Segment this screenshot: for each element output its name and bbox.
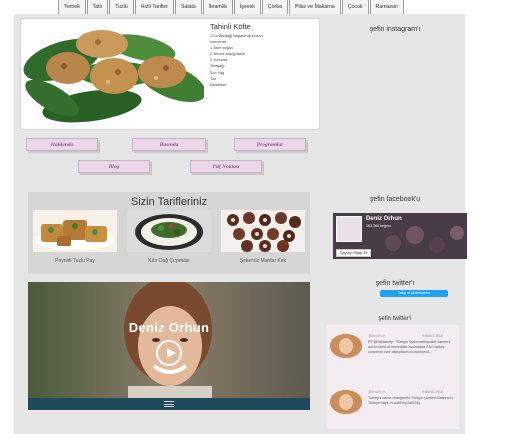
nav-item-salata[interactable]: Salata (174, 0, 202, 15)
video-control-bar[interactable] (28, 398, 310, 410)
tweet[interactable]: @denorhun 9 Mar 02 2015 Turkey's name ch… (330, 390, 458, 434)
facebook-likes: 163.366 beğeni (366, 224, 391, 228)
tweet-avatar (330, 390, 362, 414)
puf-noktasi-button[interactable]: Püf Noktası (190, 160, 262, 173)
nav-item-icecek[interactable]: İçecek (233, 0, 261, 15)
nav-item-hizli-tarifler[interactable]: Hızlı Tarifler (134, 0, 174, 15)
nav-item-ikramlik[interactable]: İkramlık (202, 0, 233, 15)
recipe-thumb-mantar[interactable] (221, 210, 305, 252)
avatar-image (330, 334, 362, 358)
nav-item-ramazan[interactable]: Ramazan (369, 0, 404, 15)
top-nav: Yemek Tatlı Tuzlu Hızlı Tarifler Salata … (58, 0, 405, 15)
recipe-thumb-label[interactable]: Peynirli Tuzlu Pay (33, 258, 117, 264)
facebook-avatar (336, 216, 362, 242)
programlar-button[interactable]: Programlar (234, 138, 306, 151)
video-player[interactable]: Deniz Orhun (28, 282, 310, 410)
hakkinda-button[interactable]: Hakkında (26, 138, 98, 151)
kofte-plate-image (22, 20, 204, 126)
mushroom-cakes-image (221, 210, 305, 252)
instagram-title: şefin instagram'ı (369, 26, 421, 33)
recipe-photo[interactable] (22, 20, 204, 126)
recipe-thumb-kitir[interactable] (127, 210, 211, 252)
nav-item-tuzlu[interactable]: Tuzlu (109, 0, 134, 15)
facebook-title: şefin facebook'u (369, 196, 421, 203)
tweet-username[interactable]: @denorhun (368, 334, 385, 338)
basinda-button[interactable]: Basında (132, 138, 206, 151)
nav-item-cocuk[interactable]: Çocuk (341, 0, 369, 15)
avatar-image (330, 390, 362, 414)
nav-item-pilav-makarna[interactable]: Pilav ve Makarna (289, 0, 341, 15)
twitter-feed-title: şefin twitter'ı (378, 316, 412, 322)
page: Yemek Tatlı Tuzlu Hızlı Tarifler Salata … (0, 0, 514, 434)
nav-item-corba[interactable]: Çorba (261, 0, 288, 15)
dip-bowl-image (127, 210, 211, 252)
tweet[interactable]: @denorhun 9 Mar 17 2015 RT @Ntkaanrtp: "… (330, 334, 458, 380)
tweet-text: Turkey's name changed to Türkiye | Unite… (368, 396, 454, 405)
nav-item-tatli[interactable]: Tatlı (86, 0, 109, 15)
ingredients-list: 1 Su Bardağı haşlanmış kırmızı mercimek … (210, 33, 263, 88)
nav-item-yemek[interactable]: Yemek (58, 0, 86, 15)
menu-icon[interactable] (164, 401, 174, 407)
play-icon[interactable] (156, 340, 182, 366)
recipe-thumb-label[interactable]: Şekersiz Mantar Kek (221, 258, 305, 264)
tweet-avatar (330, 334, 362, 358)
blog-button[interactable]: Blog (78, 160, 150, 173)
recipe-thumb-label[interactable]: Kıtır Dağ Çırpması (127, 258, 211, 264)
recipe-title[interactable]: Tahinli Köfte (210, 22, 251, 31)
pie-slices-image (33, 210, 117, 252)
video-title: Deniz Orhun (128, 320, 210, 335)
facebook-page-name[interactable]: Deniz Orhun (366, 216, 402, 222)
twitter-follow-button[interactable]: Takip et @denorhun (380, 290, 448, 297)
facebook-like-button[interactable]: Sayfayı Takip Et (336, 249, 372, 257)
twitter-title: şefin twitter'ı (375, 280, 415, 287)
tweet-date[interactable]: 9 Mar 02 2015 (422, 390, 443, 394)
recipe-thumb-peynirli[interactable] (33, 210, 117, 252)
your-recipes-title: Sizin Tarifleriniz (130, 196, 208, 208)
ingredient-item: Karabiber (210, 82, 227, 87)
tweet-date[interactable]: 9 Mar 17 2015 (422, 334, 443, 338)
tweet-text: RT @Ntkaanrtp: "Türkiye Syria earthquake… (368, 340, 451, 354)
tweet-username[interactable]: @denorhun (368, 390, 385, 394)
facebook-widget[interactable]: Deniz Orhun 163.366 beğeni Sayfayı Takip… (333, 213, 467, 259)
